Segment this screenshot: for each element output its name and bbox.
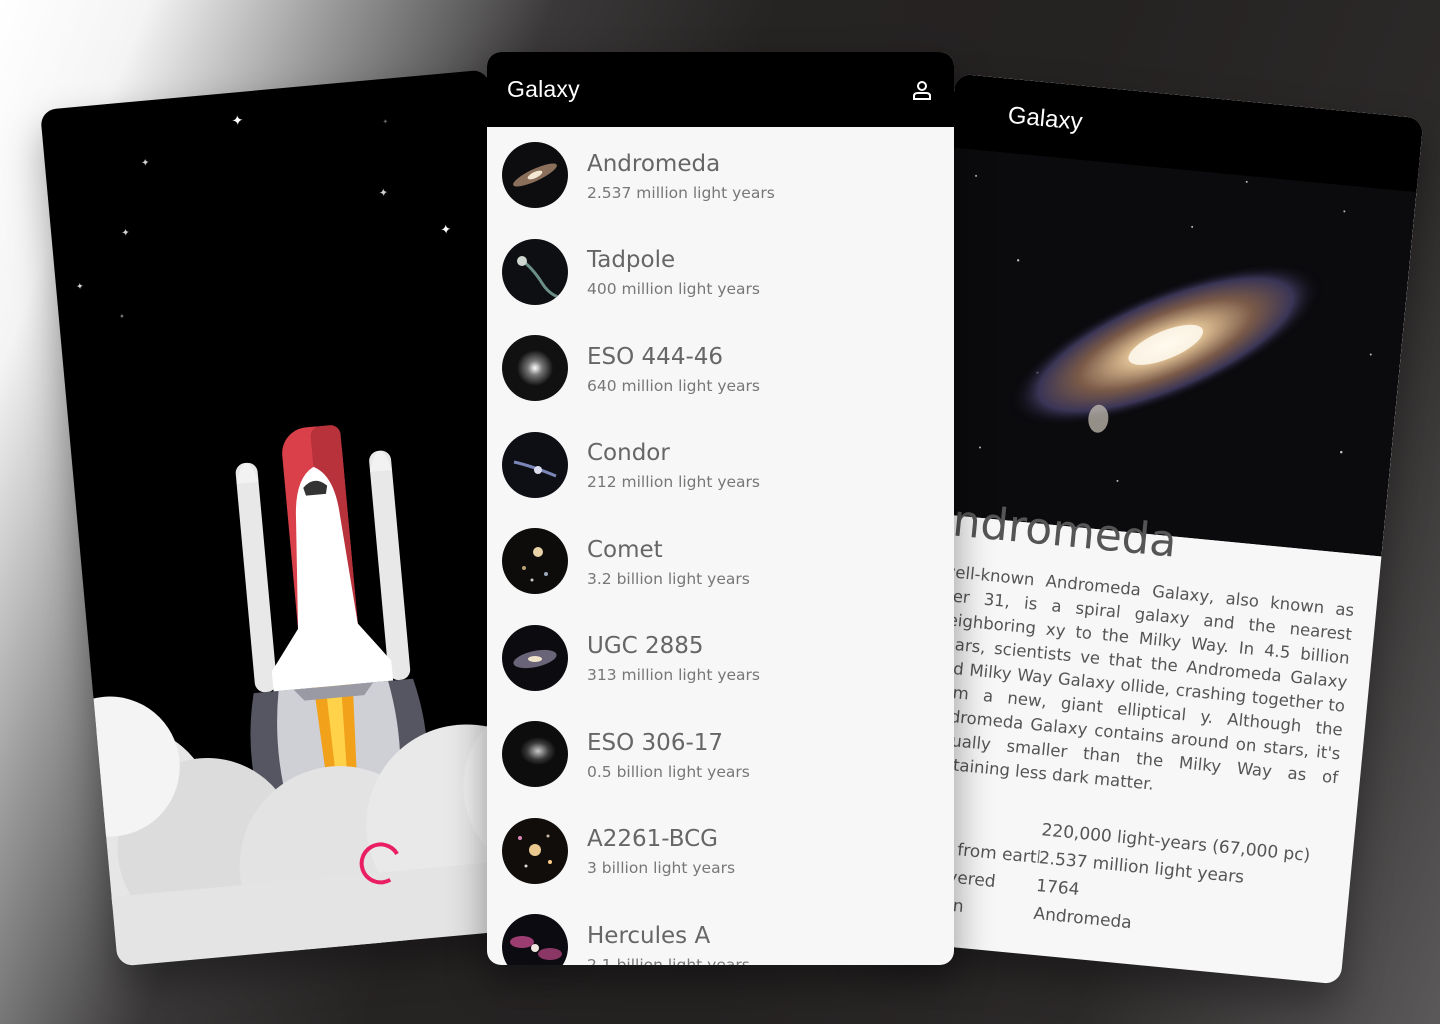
app-title: Galaxy <box>507 76 580 102</box>
galaxy-thumbnail <box>502 431 568 498</box>
galaxy-distance: 313 million light years <box>587 666 761 685</box>
galaxy-name: ESO 444-46 <box>587 343 724 370</box>
list-item[interactable]: ESO 306-17 0.5 billion light years <box>487 706 954 803</box>
galaxy-thumbnail <box>502 721 568 788</box>
person-outline-icon[interactable] <box>908 76 936 104</box>
list-item[interactable]: UGC 2885 313 million light years <box>487 610 954 707</box>
galaxy-detail-card: Galaxy ndromeda well-known Andromeda Gal… <box>872 73 1424 985</box>
detail-description: well-known Andromeda Galaxy, also known … <box>922 561 1356 794</box>
star-icon: ✦ <box>439 222 453 239</box>
galaxy-name: ESO 306-17 <box>587 729 724 756</box>
fact-value: Andromeda <box>1032 903 1133 934</box>
star-icon: ✦ <box>231 112 245 130</box>
galaxy-thumbnail <box>502 624 568 691</box>
galaxy-distance: 0.5 billion light years <box>587 762 750 781</box>
galaxy-name: Comet <box>587 536 663 563</box>
galaxy-list: Andromeda 2.537 million light years Tadp… <box>487 127 954 965</box>
galaxy-distance: 400 million light years <box>587 280 761 299</box>
galaxy-name: Condor <box>587 440 670 467</box>
galaxy-name: UGC 2885 <box>587 633 704 660</box>
galaxy-distance: 2.537 million light years <box>587 183 775 202</box>
galaxy-thumbnail <box>502 335 568 402</box>
galaxy-name: Tadpole <box>587 247 676 274</box>
galaxy-list-screen: Galaxy Andromeda 2.537 million light yea… <box>487 52 954 965</box>
galaxy-distance: 212 million light years <box>587 473 761 492</box>
galaxy-name: Andromeda <box>587 150 721 177</box>
galaxy-distance: 640 million light years <box>587 376 761 395</box>
galaxy-thumbnail <box>502 914 568 965</box>
app-bar: Galaxy <box>487 52 954 127</box>
list-item[interactable]: Tadpole 400 million light years <box>487 224 954 321</box>
list-item[interactable]: Comet 3.2 billion light years <box>487 513 954 610</box>
galaxy-name: Hercules A <box>587 922 711 949</box>
star-icon: ✦ <box>140 157 151 170</box>
galaxy-thumbnail <box>502 142 568 209</box>
list-item[interactable]: ESO 444-46 640 million light years <box>487 320 954 417</box>
list-item[interactable]: A2261-BCG 3 billion light years <box>487 803 954 900</box>
galaxy-name: A2261-BCG <box>587 826 719 853</box>
galaxy-distance: 2.1 billion light years <box>587 955 750 965</box>
star-icon: ✦ <box>378 185 389 200</box>
star-icon: ✦ <box>120 227 131 240</box>
star-icon: ✦ <box>382 117 389 127</box>
fact-value: 1764 <box>1035 875 1081 901</box>
galaxy-thumbnail <box>502 238 568 305</box>
star-icon: ✦ <box>118 312 126 321</box>
galaxy-thumbnail <box>502 817 568 884</box>
list-item[interactable]: Hercules A 2.1 billion light years <box>487 899 954 965</box>
facts-table: 220,000 light-years (67,000 pc) nce from… <box>915 805 1332 956</box>
star-icon: ✦ <box>75 281 85 293</box>
list-item[interactable]: Andromeda 2.537 million light years <box>487 127 954 224</box>
detail-app-title: Galaxy <box>1006 101 1084 136</box>
galaxy-distance: 3 billion light years <box>587 859 736 878</box>
galaxy-thumbnail <box>502 528 568 595</box>
galaxy-distance: 3.2 billion light years <box>587 569 750 588</box>
list-item[interactable]: Condor 212 million light years <box>487 417 954 514</box>
